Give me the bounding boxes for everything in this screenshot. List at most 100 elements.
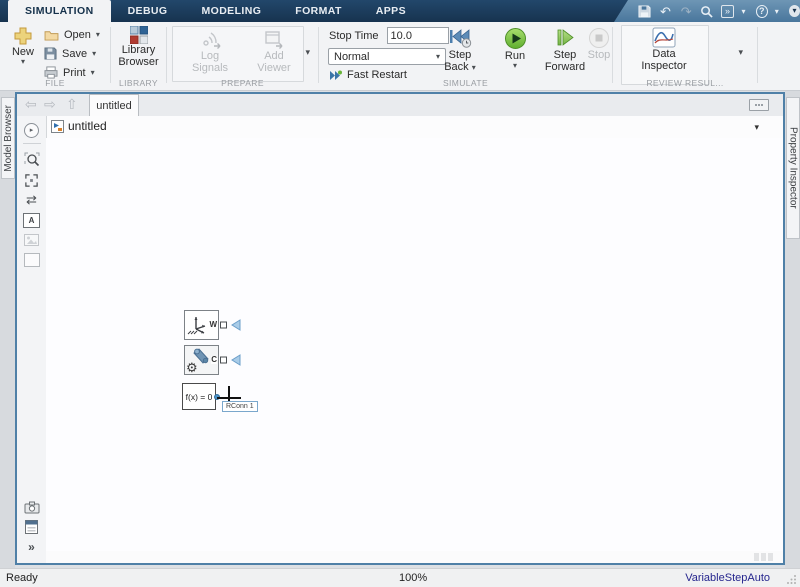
property-inspector-tab[interactable]: Property Inspector	[786, 97, 800, 239]
step-forward-label: Step Forward	[542, 49, 588, 73]
breadcrumb[interactable]: untitled	[51, 119, 107, 133]
run-icon	[504, 27, 527, 50]
world-port[interactable]	[220, 322, 227, 329]
status-text: Ready	[6, 572, 38, 584]
pop-out-dropdown-icon[interactable]: ▾	[741, 7, 748, 16]
tab-simulation[interactable]: SIMULATION	[8, 0, 111, 22]
library-browser-icon	[130, 26, 148, 44]
save-icon[interactable]	[638, 4, 652, 19]
annotation-icon: A	[23, 213, 40, 228]
mechanism-port-badge-icon[interactable]	[230, 354, 242, 367]
breadcrumb-bar: untitled ▾	[46, 116, 783, 139]
world-port-badge-icon[interactable]	[230, 319, 242, 332]
undo-icon[interactable]: ↶	[659, 4, 673, 19]
add-viewer-button[interactable]: Add Viewer	[249, 30, 299, 74]
image-annotation-button[interactable]	[22, 230, 42, 250]
main-area: Model Browser Property Inspector ⇦ ⇨ ⇧ u…	[0, 91, 800, 568]
quick-access-toolbar: ↶ ↷ » ▾ ? ▾ ▾	[614, 0, 800, 22]
annotation-button[interactable]: A	[22, 210, 42, 230]
log-signals-button[interactable]: Log Signals	[185, 30, 235, 74]
tool-palette: ▸ ⇄ A	[17, 116, 47, 563]
data-inspector-label: Data Inspector	[635, 48, 693, 72]
zoom-tool-button[interactable]	[22, 150, 42, 170]
print-label: Print	[63, 67, 86, 79]
breadcrumb-label: untitled	[68, 119, 107, 133]
library-browser-button[interactable]: Library Browser	[113, 26, 164, 68]
breadcrumb-dropdown-icon[interactable]: ▾	[754, 122, 759, 133]
nav-back-icon[interactable]: ⇦	[25, 96, 37, 113]
minimize-ribbon-icon[interactable]: ▾	[789, 5, 800, 17]
step-forward-icon	[554, 27, 576, 49]
palette-divider	[23, 143, 41, 144]
tab-debug[interactable]: DEBUG	[111, 0, 185, 22]
help-dropdown-icon[interactable]: ▾	[775, 7, 782, 16]
viewmarks-icon[interactable]	[749, 99, 769, 111]
new-button[interactable]: New ▾	[6, 26, 40, 66]
stop-icon	[588, 27, 610, 49]
data-inspector-button[interactable]: Data Inspector	[633, 27, 695, 72]
pop-out-icon[interactable]: »	[721, 5, 735, 18]
ribbon: New ▾ Open ▾ Save ▾ Print ▾	[0, 22, 800, 91]
help-icon[interactable]: ?	[756, 5, 768, 18]
area-box-button[interactable]	[22, 250, 42, 270]
resize-grip-icon[interactable]	[786, 574, 797, 585]
solver-configuration-block[interactable]: f(x) = 0	[182, 383, 216, 410]
mechanism-configuration-block[interactable]: ⚙ C	[184, 345, 219, 375]
solver-block-label: f(x) = 0	[186, 392, 213, 402]
mechanism-port-label: C	[211, 356, 217, 364]
sim-mode-select[interactable]: Normal ▾	[328, 48, 446, 65]
group-label-simulate: SIMULATE	[319, 78, 612, 88]
expand-palette-icon[interactable]: »	[22, 537, 42, 557]
fit-to-view-button[interactable]	[22, 170, 42, 190]
log-signals-icon	[197, 30, 223, 50]
step-back-button[interactable]: Step Back ▾	[437, 27, 483, 73]
model-browser-label: Model Browser	[3, 105, 14, 172]
world-frame-block[interactable]: W	[184, 310, 219, 340]
screenshot-button[interactable]	[22, 497, 42, 517]
save-dropdown-icon[interactable]: ▾	[92, 50, 96, 58]
group-prepare: Log Signals Add Viewer ▾ PREPARE	[167, 22, 318, 90]
print-dropdown-icon[interactable]: ▾	[91, 69, 95, 77]
route-signals-icon[interactable]: ⇄	[22, 190, 42, 210]
nav-forward-icon[interactable]: ⇨	[44, 96, 56, 113]
new-dropdown-icon[interactable]: ▾	[21, 58, 25, 66]
stop-button[interactable]: Stop	[583, 27, 615, 61]
fit-to-view-icon	[24, 173, 39, 188]
open-dropdown-icon[interactable]: ▾	[96, 31, 100, 39]
run-button[interactable]: Run ▾	[495, 27, 535, 70]
solver-indicator[interactable]: VariableStepAuto	[685, 572, 770, 584]
plus-icon	[13, 26, 33, 46]
step-forward-button[interactable]: Step Forward	[541, 27, 589, 73]
redo-icon[interactable]: ↷	[679, 4, 693, 19]
tab-modeling[interactable]: MODELING	[184, 0, 278, 22]
zoom-level: 100%	[399, 572, 427, 584]
ribbon-tabs: SIMULATION DEBUG MODELING FORMAT APPS	[8, 0, 423, 22]
model-icon	[51, 120, 64, 133]
model-canvas[interactable]: W ⚙ C	[46, 138, 783, 551]
world-frame-icon	[186, 313, 210, 337]
add-viewer-label: Add Viewer	[251, 50, 297, 74]
library-browser-label: Library Browser	[114, 44, 164, 68]
group-file: New ▾ Open ▾ Save ▾ Print ▾	[0, 22, 110, 90]
tab-apps[interactable]: APPS	[359, 0, 423, 22]
run-dropdown-icon[interactable]: ▾	[513, 62, 517, 70]
nav-up-icon[interactable]: ⇧	[66, 96, 78, 113]
show-browser-button[interactable]: ▸	[22, 120, 42, 140]
viewmark-button[interactable]	[22, 517, 42, 537]
mechanism-port[interactable]	[220, 357, 227, 364]
group-label-prepare: PREPARE	[167, 78, 318, 88]
tab-format[interactable]: FORMAT	[278, 0, 359, 22]
save-button[interactable]: Save ▾	[44, 44, 100, 63]
sim-mode-value: Normal	[334, 51, 369, 63]
prepare-dropdown-icon[interactable]: ▾	[305, 48, 310, 56]
search-icon[interactable]	[700, 4, 714, 19]
scrollbar-grip[interactable]	[754, 553, 773, 561]
open-button[interactable]: Open ▾	[44, 25, 100, 44]
step-back-dropdown-icon[interactable]: ▾	[472, 63, 476, 72]
model-browser-tab[interactable]: Model Browser	[1, 97, 15, 179]
review-dropdown-icon[interactable]: ▾	[738, 48, 743, 56]
simulink-window: SIMULATION DEBUG MODELING FORMAT APPS ↶ …	[0, 0, 800, 587]
camera-icon	[24, 501, 40, 514]
floppy-icon	[44, 47, 57, 60]
document-tab-untitled[interactable]: untitled	[89, 94, 139, 116]
